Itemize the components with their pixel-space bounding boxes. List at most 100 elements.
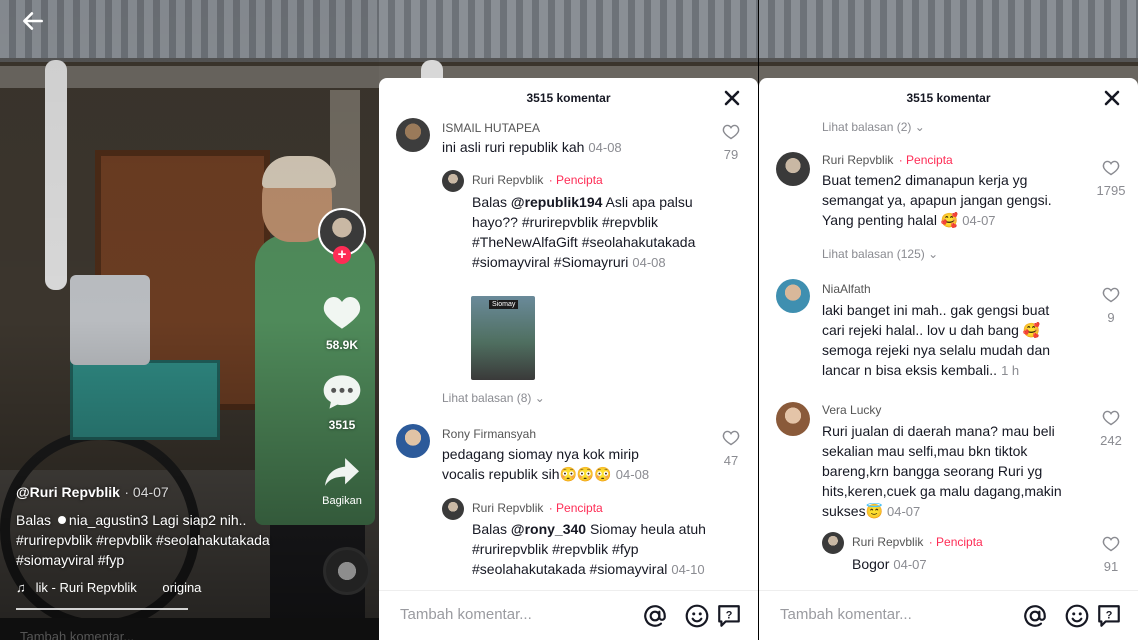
avatar[interactable]	[776, 279, 810, 313]
view-replies-button[interactable]: Lihat balasan (2) ⌄	[822, 120, 925, 134]
heart-outline-icon[interactable]	[1102, 536, 1120, 552]
view-replies-button[interactable]: Lihat balasan (8) ⌄	[442, 391, 545, 405]
comment-username[interactable]: Vera Lucky	[822, 403, 881, 417]
mention-at-icon[interactable]	[1022, 603, 1048, 629]
comment-sheet: 3515 komentar Lihat balasan (2) ⌄ Ruri R…	[759, 78, 1138, 640]
emoji-icon[interactable]	[684, 603, 710, 629]
comment-username[interactable]: NiaAlfath	[822, 282, 871, 296]
question-icon[interactable]: ?	[716, 603, 742, 629]
comment-sheet-header: 3515 komentar	[759, 78, 1138, 118]
music-original: origina	[162, 580, 202, 595]
reply-text: Balas @republik194 Asli apa palsu hayo??…	[472, 194, 696, 270]
creator-badge: · Pencipta	[898, 153, 953, 167]
svg-text:?: ?	[726, 610, 733, 622]
avatar[interactable]	[442, 498, 464, 520]
comment-like-button[interactable]: 9	[1100, 287, 1122, 325]
comment-count-title: 3515 komentar	[526, 91, 611, 105]
video-panel: + 58.9K 3515 Bagikan @Ruri Repvblik · 04…	[0, 0, 379, 640]
comment-input-bar[interactable]: Tambah komentar... ?	[759, 590, 1138, 640]
share-button[interactable]: Bagikan	[315, 455, 369, 507]
comment-count: 3515	[328, 418, 356, 432]
share-arrow-icon[interactable]	[323, 455, 361, 489]
caption-text: Lagi siap2 nih..	[152, 512, 247, 528]
creator-badge: · Pencipta	[928, 535, 983, 549]
mention-tag[interactable]: nia_agustin3	[55, 510, 148, 530]
comment-text: Buat temen2 dimanapun kerja yg semangat …	[822, 172, 1052, 228]
comment-like-button[interactable]: 242	[1096, 410, 1126, 448]
chevron-down-icon: ⌄	[928, 247, 939, 261]
emoji-icon[interactable]	[1064, 603, 1090, 629]
chevron-down-icon: ⌄	[534, 391, 545, 405]
avatar[interactable]	[396, 118, 430, 152]
close-icon[interactable]	[1102, 88, 1122, 108]
comment-bubble-icon[interactable]	[322, 373, 362, 411]
caption-prefix: Balas	[16, 512, 52, 528]
avatar[interactable]	[776, 152, 810, 186]
comment-button[interactable]: 3515	[315, 373, 369, 432]
music-disc[interactable]	[323, 547, 371, 595]
comment-input[interactable]: Tambah komentar...	[400, 606, 532, 623]
comment-username[interactable]: ISMAIL HUTAPEA	[442, 121, 540, 135]
creator-username[interactable]: @Ruri Repvblik	[16, 484, 120, 500]
comment-like-count: 242	[1100, 433, 1122, 448]
question-icon[interactable]: ?	[1096, 603, 1122, 629]
comment-input-bar[interactable]: Tambah komentar... ?	[379, 590, 758, 640]
view-replies-button[interactable]: Lihat balasan (125) ⌄	[822, 247, 938, 261]
comment-list[interactable]: Lihat balasan (2) ⌄ Ruri Repvblik · Penc…	[759, 118, 1138, 590]
heart-outline-icon[interactable]	[722, 124, 740, 140]
comment-like-button[interactable]: 91	[1100, 536, 1122, 574]
avatar[interactable]	[396, 424, 430, 458]
comment-input[interactable]: Tambah komentar...	[780, 606, 912, 623]
caption-hashtags[interactable]: #rurirepvblik #repvblik #seolahakutakada…	[16, 532, 270, 568]
comment-username[interactable]: Rony Firmansyah	[442, 427, 536, 441]
chevron-down-icon: ⌄	[914, 120, 925, 134]
heart-outline-icon[interactable]	[1102, 160, 1120, 176]
comment-text: pedagang siomay nya kok mirip vocalis re…	[442, 446, 650, 482]
creator-avatar[interactable]: +	[315, 208, 369, 264]
comment-sheet-header: 3515 komentar	[379, 78, 758, 118]
video-thumbnail[interactable]: Siomay	[471, 296, 535, 380]
heart-icon[interactable]	[322, 293, 362, 331]
add-comment-bar[interactable]: Tambah komentar...	[0, 618, 379, 640]
comment-like-button[interactable]: 47	[720, 430, 742, 468]
heart-outline-icon[interactable]	[1102, 287, 1120, 303]
comments-panel-1: 3515 komentar ISMAIL HUTAPEA ini asli ru…	[379, 0, 758, 640]
creator-badge: · Pencipta	[548, 173, 603, 187]
comment-list[interactable]: ISMAIL HUTAPEA ini asli ruri republik ka…	[379, 118, 758, 590]
avatar[interactable]	[822, 532, 844, 554]
thumbnail-tag: Siomay	[489, 300, 519, 309]
mention-at-icon[interactable]	[642, 603, 668, 629]
back-arrow-icon[interactable]	[20, 8, 46, 34]
comment-text: laki banget ini mah.. gak gengsi buat ca…	[822, 302, 1051, 378]
avatar[interactable]	[442, 170, 464, 192]
comment-username[interactable]: Ruri Repvblik · Pencipta	[822, 153, 953, 167]
avatar[interactable]	[776, 402, 810, 436]
video-caption: @Ruri Repvblik · 04-07 Balas nia_agustin…	[16, 484, 316, 570]
heart-outline-icon[interactable]	[722, 430, 740, 446]
close-icon[interactable]	[722, 88, 742, 108]
comment-sheet: 3515 komentar ISMAIL HUTAPEA ini asli ru…	[379, 78, 758, 640]
reply-text: Balas @rony_340 Siomay heula atuh #rurir…	[472, 521, 706, 577]
video-progress-bar[interactable]	[16, 608, 188, 610]
like-button[interactable]: 58.9K	[315, 293, 369, 352]
reply-username[interactable]: Ruri Repvblik · Pencipta	[852, 535, 983, 549]
post-date: · 04-07	[124, 484, 169, 500]
music-ticker[interactable]: ♫ lik - Ruri Repvblik origina	[16, 580, 201, 595]
comments-panel-2: 3515 komentar Lihat balasan (2) ⌄ Ruri R…	[759, 0, 1138, 640]
reply-username[interactable]: Ruri Repvblik · Pencipta	[472, 173, 603, 187]
creator-badge: · Pencipta	[548, 501, 603, 515]
comment-text: ini asli ruri republik kah 04-08	[442, 139, 622, 155]
comment-like-button[interactable]: 1795	[1096, 160, 1126, 198]
like-count: 58.9K	[325, 338, 359, 352]
comment-like-count: 1795	[1096, 183, 1126, 198]
comment-like-count: 9	[1107, 310, 1115, 325]
music-note-icon: ♫	[16, 580, 26, 595]
follow-plus-icon[interactable]: +	[333, 246, 351, 264]
reply-mention[interactable]: @rony_340	[511, 521, 586, 537]
comment-like-button[interactable]: 79	[720, 124, 742, 162]
comment-like-count: 91	[1103, 559, 1119, 574]
reply-mention[interactable]: @republik194	[511, 194, 602, 210]
reply-username[interactable]: Ruri Repvblik · Pencipta	[472, 501, 603, 515]
heart-outline-icon[interactable]	[1102, 410, 1120, 426]
comment-like-count: 79	[723, 147, 739, 162]
